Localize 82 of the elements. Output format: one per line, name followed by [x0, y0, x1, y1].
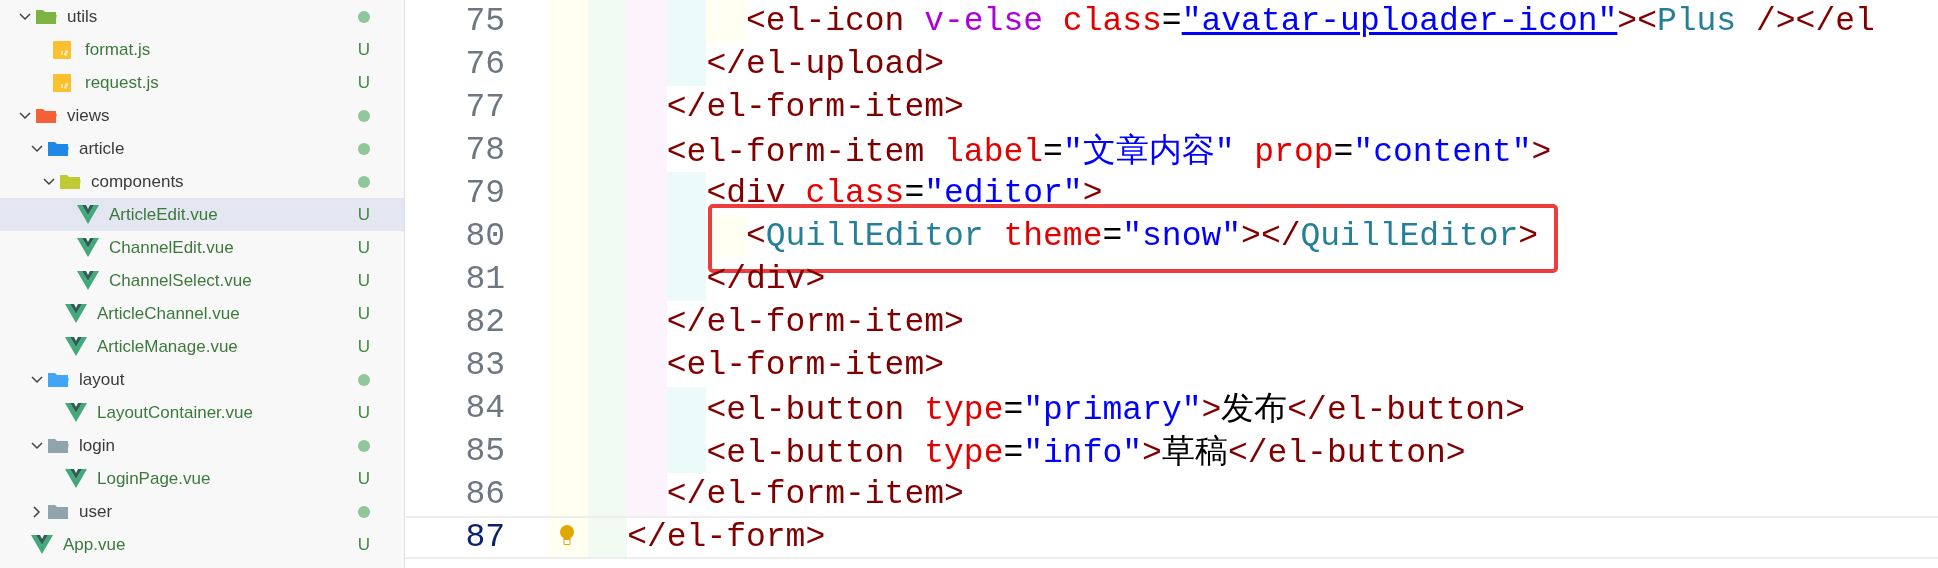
git-status: U	[356, 72, 372, 93]
line-number: 82	[464, 304, 506, 341]
line-number: 87	[464, 519, 506, 556]
line-number: 81	[464, 261, 506, 298]
line-number: 84	[464, 390, 506, 427]
line-number: 86	[464, 476, 506, 513]
code-line: </el-form-item>	[666, 476, 964, 513]
folder-name: layout	[79, 369, 126, 390]
code-line: </el-upload>	[706, 46, 944, 83]
file-name: ChannelEdit.vue	[109, 237, 235, 258]
file-name: ChannelSelect.vue	[109, 270, 253, 291]
folder-row[interactable]: components	[0, 165, 404, 198]
file-row[interactable]: format.js U	[0, 33, 404, 66]
file-name: App.vue	[63, 534, 127, 555]
folder-name: login	[79, 435, 116, 456]
folder-row[interactable]: utils	[0, 0, 404, 33]
git-status: U	[356, 402, 372, 423]
git-status: U	[356, 534, 372, 555]
line-number: 80	[464, 218, 506, 255]
vue-file-icon	[31, 535, 53, 554]
folder-name: article	[79, 138, 126, 159]
git-status: U	[356, 237, 372, 258]
vue-file-icon	[65, 304, 87, 323]
js-file-icon	[53, 73, 71, 92]
git-status: U	[356, 303, 372, 324]
line-number: 79	[464, 175, 506, 212]
file-row[interactable]: ArticleEdit.vue U	[0, 198, 404, 231]
line-number: 76	[464, 46, 506, 83]
file-row[interactable]: App.vue U	[0, 528, 404, 561]
line-number: 83	[464, 347, 506, 384]
file-row[interactable]: LoginPage.vue U	[0, 462, 404, 495]
git-status: U	[356, 336, 372, 357]
indent-guide	[666, 258, 707, 301]
code-line: <div class="editor">	[706, 175, 1103, 212]
indent-guide	[666, 172, 707, 215]
file-row[interactable]: ChannelSelect.vue U	[0, 264, 404, 297]
file-name: LayoutContainer.vue	[97, 402, 254, 423]
vue-file-icon	[65, 469, 87, 488]
file-name: ArticleEdit.vue	[109, 204, 219, 225]
folder-name: utils	[67, 6, 99, 27]
folder-row[interactable]: article	[0, 132, 404, 165]
file-name: ArticleChannel.vue	[97, 303, 241, 324]
folder-name: views	[67, 105, 111, 126]
code-line: <el-button type="info">草稿</el-button>	[706, 433, 1466, 474]
code-line: </el-form-item>	[666, 89, 964, 126]
code-line: </el-form>	[627, 519, 826, 556]
line-number: 78	[464, 132, 506, 169]
code-line: <el-form-item>	[666, 347, 945, 384]
git-status: U	[356, 204, 372, 225]
git-status: U	[356, 270, 372, 291]
folder-row[interactable]: login	[0, 429, 404, 462]
file-row[interactable]: request.js U	[0, 66, 404, 99]
code-line: <el-form-item label="文章内容" prop="content">	[666, 132, 1552, 173]
folder-row[interactable]: layout	[0, 363, 404, 396]
git-status: U	[356, 468, 372, 489]
vue-file-icon	[77, 205, 99, 224]
vue-file-icon	[65, 403, 87, 422]
code-line: <QuillEditor theme="snow"></QuillEditor>	[745, 218, 1539, 255]
vue-file-icon	[77, 238, 99, 257]
folder-row[interactable]: user	[0, 495, 404, 528]
file-row[interactable]: ArticleManage.vue U	[0, 330, 404, 363]
vue-file-icon	[77, 271, 99, 290]
indent-guide	[706, 215, 746, 258]
code-line: <el-button type="primary">发布</el-button>	[706, 391, 1525, 431]
vue-file-icon	[65, 337, 87, 356]
folder-row[interactable]: views	[0, 99, 404, 132]
js-file-icon	[53, 40, 71, 59]
file-row[interactable]: LayoutContainer.vue U	[0, 396, 404, 429]
line-number: 77	[464, 89, 506, 126]
code-line: <el-icon v-else class="avatar-uploader-icon"><Plus /></el	[745, 3, 1875, 40]
code-line: </el-form-item>	[666, 304, 964, 341]
file-name: request.js	[85, 72, 160, 93]
git-status: U	[356, 39, 372, 60]
line-number: 85	[464, 433, 506, 470]
folder-name: components	[91, 171, 185, 192]
line-number: 75	[464, 3, 506, 40]
file-name: format.js	[85, 39, 152, 60]
file-name: ArticleManage.vue	[97, 336, 239, 357]
file-row[interactable]: ChannelEdit.vue U	[0, 231, 404, 264]
file-row[interactable]: ArticleChannel.vue U	[0, 297, 404, 330]
file-name: LoginPage.vue	[97, 468, 212, 489]
folder-name: user	[79, 501, 114, 522]
